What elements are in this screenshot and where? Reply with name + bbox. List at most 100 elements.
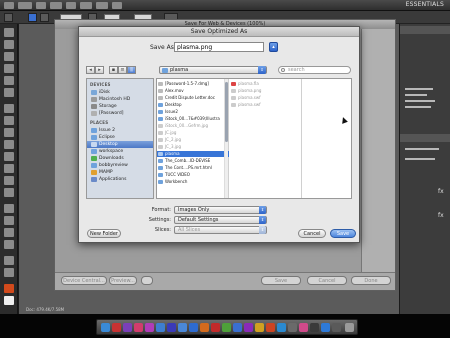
workspace-switcher[interactable]: ESSENTIALS <box>406 1 444 8</box>
sidebar-item-issue-2[interactable]: Issue 2 <box>87 127 153 134</box>
marquee-tool-icon[interactable] <box>4 40 14 49</box>
back-button[interactable]: ◂ <box>86 66 95 74</box>
sidebar-item-applications[interactable]: Applications <box>87 176 153 183</box>
sidebar-item-password[interactable]: [Password] <box>87 110 153 117</box>
app-icon[interactable] <box>178 323 187 332</box>
cancel-button[interactable]: Cancel <box>298 229 326 238</box>
preview-button[interactable]: Preview... <box>109 276 137 285</box>
menu-item[interactable] <box>18 2 32 9</box>
filename-input[interactable]: plasma.png <box>174 42 264 52</box>
save-for-web-done-button[interactable]: Done <box>351 276 391 285</box>
file-item[interactable]: Alex.mov <box>157 88 229 94</box>
app-icon[interactable] <box>299 323 308 332</box>
app-icon[interactable] <box>255 323 264 332</box>
eyedropper-tool-icon[interactable] <box>4 88 14 97</box>
folder-item[interactable]: The_Comb...ID-DEVISE▸ <box>157 158 229 164</box>
sidebar-item-bobbyreview[interactable]: bobbyreview <box>87 162 153 169</box>
sidebar-item-mamp[interactable]: MAMP <box>87 169 153 176</box>
app-icon[interactable] <box>200 323 209 332</box>
sidebar-item-eclipse[interactable]: Eclipse <box>87 134 153 141</box>
menu-item[interactable] <box>50 2 62 9</box>
fx-icon[interactable]: fx <box>438 212 444 219</box>
background-color-swatch[interactable] <box>4 296 14 305</box>
file-item[interactable]: JC.jpg <box>157 130 229 136</box>
save-for-web-save-button[interactable]: Save <box>261 276 301 285</box>
menu-item[interactable] <box>4 2 14 9</box>
lasso-tool-icon[interactable] <box>4 52 14 61</box>
app-icon[interactable] <box>332 323 341 332</box>
app-icon[interactable] <box>189 323 198 332</box>
file-item[interactable]: [Password-1.5-7.dmg] <box>157 81 229 87</box>
shape-tool-icon[interactable] <box>4 240 14 249</box>
crop-tool-icon[interactable] <box>4 76 14 85</box>
app-icon[interactable] <box>277 323 286 332</box>
option-toggle[interactable] <box>28 13 37 22</box>
app-icon[interactable] <box>310 323 319 332</box>
option-toggle[interactable] <box>40 13 49 22</box>
app-icon[interactable] <box>222 323 231 332</box>
menu-item[interactable] <box>96 2 108 9</box>
browser-preview-button[interactable] <box>141 276 153 285</box>
list-view-button[interactable]: ≡ <box>118 66 127 74</box>
sidebar-item-idisk[interactable]: iDisk <box>87 89 153 96</box>
app-icon[interactable] <box>321 323 330 332</box>
format-select[interactable]: Images Only ⇕ <box>174 206 267 214</box>
finder-icon[interactable] <box>101 323 110 332</box>
app-icon[interactable] <box>233 323 242 332</box>
file-item[interactable]: Credit Dispute Letter.doc <box>157 95 229 101</box>
slices-select[interactable]: All Slices ⇕ <box>174 226 267 234</box>
folder-item[interactable]: The Cont....PS.mrt.html▸ <box>157 165 229 171</box>
app-icon[interactable] <box>145 323 154 332</box>
blur-tool-icon[interactable] <box>4 176 14 185</box>
foreground-color-swatch[interactable] <box>4 284 14 293</box>
healing-tool-icon[interactable] <box>4 104 14 113</box>
file-item[interactable]: plasma.swf <box>230 102 301 108</box>
settings-select[interactable]: Default Settings ⇕ <box>174 216 267 224</box>
brush-tool-icon[interactable] <box>4 116 14 125</box>
sidebar-item-storage[interactable]: Storage <box>87 103 153 110</box>
folder-item[interactable]: Workbench▸ <box>157 179 229 185</box>
menu-item[interactable] <box>66 2 76 9</box>
app-icon[interactable] <box>134 323 143 332</box>
fx-icon[interactable]: fx <box>438 188 444 195</box>
sidebar-item-workspace[interactable]: workspace <box>87 148 153 155</box>
sidebar-item-macintosh-hd[interactable]: Macintosh HD <box>87 96 153 103</box>
folder-item[interactable]: Issue2▸ <box>157 109 229 115</box>
file-item[interactable]: plasma.png <box>230 88 301 94</box>
path-selection-tool-icon[interactable] <box>4 228 14 237</box>
app-icon[interactable] <box>112 323 121 332</box>
pen-tool-icon[interactable] <box>4 204 14 213</box>
column-view-button[interactable]: ⫼ <box>127 66 136 74</box>
app-icon[interactable] <box>211 323 220 332</box>
tool-preset-button[interactable] <box>4 13 13 22</box>
zoom-tool-icon[interactable] <box>4 268 14 277</box>
menu-item[interactable] <box>36 2 46 9</box>
folder-item-plasma[interactable]: plasma▸ <box>157 151 229 157</box>
folder-item[interactable]: TUCC VIDEO▸ <box>157 172 229 178</box>
trash-icon[interactable] <box>345 323 354 332</box>
app-icon[interactable] <box>156 323 165 332</box>
clone-stamp-tool-icon[interactable] <box>4 128 14 137</box>
layers-panel-tabs[interactable] <box>400 134 450 142</box>
save-button[interactable]: Save <box>330 229 356 238</box>
forward-button[interactable]: ▸ <box>95 66 104 74</box>
sidebar-item-desktop[interactable]: Desktop <box>87 141 153 148</box>
location-popup[interactable]: plasma ⇕ <box>159 66 267 74</box>
magic-wand-tool-icon[interactable] <box>4 64 14 73</box>
move-tool-icon[interactable] <box>4 28 14 37</box>
history-brush-tool-icon[interactable] <box>4 140 14 149</box>
scroll-thumb[interactable] <box>225 82 228 142</box>
folder-item[interactable]: iStock_00...7&#039;Illustra▸ <box>157 116 229 122</box>
gradient-tool-icon[interactable] <box>4 164 14 173</box>
search-input[interactable]: search <box>278 66 351 74</box>
dodge-tool-icon[interactable] <box>4 188 14 197</box>
app-icon[interactable] <box>123 323 132 332</box>
app-icon[interactable] <box>244 323 253 332</box>
column-scrollbar[interactable] <box>224 79 228 198</box>
eraser-tool-icon[interactable] <box>4 152 14 161</box>
panel-tab-strip[interactable] <box>400 26 450 34</box>
save-for-web-cancel-button[interactable]: Cancel <box>307 276 347 285</box>
sidebar-item-downloads[interactable]: Downloads <box>87 155 153 162</box>
expand-dialog-button[interactable]: ▴ <box>269 42 278 52</box>
folder-item[interactable]: Desktop▸ <box>157 102 229 108</box>
